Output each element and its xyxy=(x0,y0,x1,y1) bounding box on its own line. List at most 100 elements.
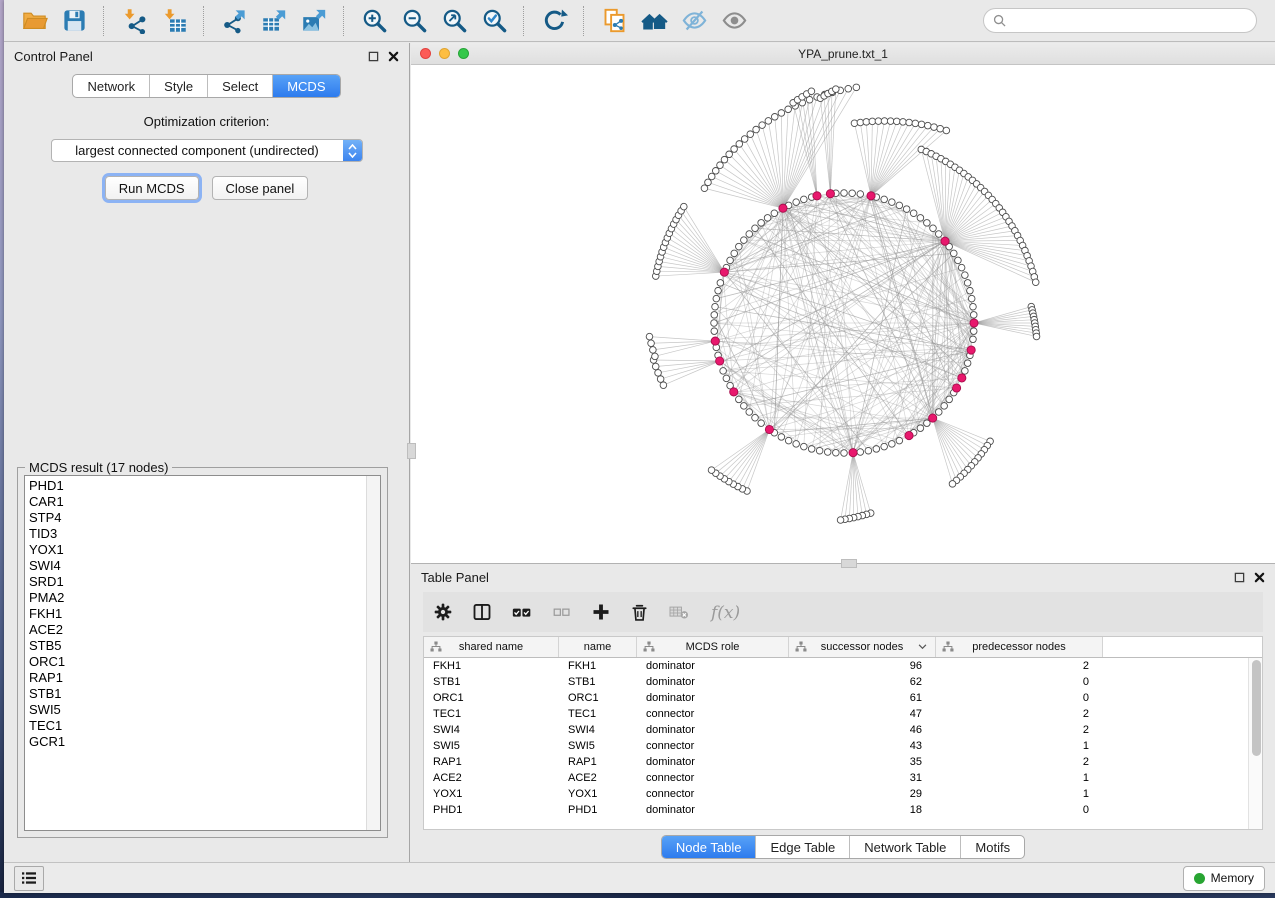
zoom-selected-button[interactable] xyxy=(474,4,514,38)
zoom-out-button[interactable] xyxy=(394,4,434,38)
table-cell[interactable]: connector xyxy=(637,788,789,800)
column-header-shared-name[interactable]: shared name xyxy=(424,637,559,657)
mcds-result-item[interactable]: ACE2 xyxy=(25,622,380,638)
show-columns-button[interactable] xyxy=(472,602,492,622)
table-cell[interactable]: PHD1 xyxy=(559,804,637,816)
table-row[interactable]: YOX1YOX1connector291 xyxy=(424,786,1262,802)
horizontal-splitter-handle[interactable] xyxy=(841,559,857,568)
run-mcds-button[interactable]: Run MCDS xyxy=(105,176,199,200)
table-cell[interactable]: STB1 xyxy=(424,676,559,688)
mcds-result-item[interactable]: RAP1 xyxy=(25,670,380,686)
hide-selected-button[interactable] xyxy=(674,4,714,38)
zoom-fit-button[interactable] xyxy=(434,4,474,38)
tab-network[interactable]: Network xyxy=(73,75,150,97)
table-cell[interactable]: 62 xyxy=(789,676,936,688)
mcds-result-item[interactable]: YOX1 xyxy=(25,542,380,558)
table-row[interactable]: PHD1PHD1dominator180 xyxy=(424,802,1262,818)
close-panel-icon[interactable] xyxy=(1254,572,1265,583)
table-cell[interactable]: 1 xyxy=(936,740,1103,752)
table-cell[interactable]: 47 xyxy=(789,708,936,720)
table-cell[interactable]: 31 xyxy=(789,772,936,784)
mcds-result-item[interactable]: PHD1 xyxy=(25,478,380,494)
table-cell[interactable]: YOX1 xyxy=(424,788,559,800)
mcds-result-item[interactable]: SWI5 xyxy=(25,702,380,718)
column-header-successor-nodes[interactable]: successor nodes xyxy=(789,637,936,657)
table-row[interactable]: TEC1TEC1connector472 xyxy=(424,706,1262,722)
network-window-titlebar[interactable]: YPA_prune.txt_1 xyxy=(411,43,1275,65)
table-cell[interactable]: 0 xyxy=(936,692,1103,704)
tab-style[interactable]: Style xyxy=(150,75,208,97)
table-cell[interactable]: connector xyxy=(637,708,789,720)
export-table-button[interactable] xyxy=(254,4,294,38)
table-cell[interactable]: 2 xyxy=(936,660,1103,672)
close-panel-icon[interactable] xyxy=(388,51,399,62)
window-minimize-icon[interactable] xyxy=(439,48,450,59)
column-header-predecessor-nodes[interactable]: predecessor nodes xyxy=(936,637,1103,657)
mcds-list-scrollbar[interactable] xyxy=(366,476,380,830)
mcds-result-list[interactable]: PHD1CAR1STP4TID3YOX1SWI4SRD1PMA2FKH1ACE2… xyxy=(24,475,381,831)
table-cell[interactable]: 61 xyxy=(789,692,936,704)
tab-node-table[interactable]: Node Table xyxy=(662,836,757,858)
table-cell[interactable]: STB1 xyxy=(559,676,637,688)
table-row[interactable]: STB1STB1dominator620 xyxy=(424,674,1262,690)
search-input[interactable] xyxy=(1011,13,1247,29)
table-cell[interactable]: dominator xyxy=(637,804,789,816)
table-cell[interactable]: 43 xyxy=(789,740,936,752)
table-cell[interactable]: ORC1 xyxy=(559,692,637,704)
mcds-result-item[interactable]: SWI4 xyxy=(25,558,380,574)
table-cell[interactable]: 1 xyxy=(936,788,1103,800)
table-cell[interactable]: SWI4 xyxy=(559,724,637,736)
table-cell[interactable]: ACE2 xyxy=(424,772,559,784)
table-cell[interactable]: FKH1 xyxy=(424,660,559,672)
column-header-name[interactable]: name xyxy=(559,637,637,657)
tab-select[interactable]: Select xyxy=(208,75,273,97)
table-cell[interactable]: SWI5 xyxy=(559,740,637,752)
export-image-button[interactable] xyxy=(294,4,334,38)
mcds-result-item[interactable]: PMA2 xyxy=(25,590,380,606)
table-cell[interactable]: dominator xyxy=(637,676,789,688)
mcds-result-item[interactable]: FKH1 xyxy=(25,606,380,622)
mcds-result-item[interactable]: CAR1 xyxy=(25,494,380,510)
tab-edge-table[interactable]: Edge Table xyxy=(756,836,850,858)
table-cell[interactable]: dominator xyxy=(637,756,789,768)
mcds-result-item[interactable]: STB5 xyxy=(25,638,380,654)
table-cell[interactable]: 2 xyxy=(936,708,1103,720)
table-cell[interactable]: TEC1 xyxy=(424,708,559,720)
refresh-button[interactable] xyxy=(534,4,574,38)
mcds-result-item[interactable]: STB1 xyxy=(25,686,380,702)
table-row[interactable]: RAP1RAP1dominator352 xyxy=(424,754,1262,770)
table-cell[interactable]: connector xyxy=(637,740,789,752)
table-cell[interactable]: FKH1 xyxy=(559,660,637,672)
table-scrollbar[interactable] xyxy=(1248,658,1262,829)
table-cell[interactable]: 29 xyxy=(789,788,936,800)
table-cell[interactable]: SWI5 xyxy=(424,740,559,752)
table-cell[interactable]: dominator xyxy=(637,692,789,704)
table-cell[interactable]: 18 xyxy=(789,804,936,816)
mcds-result-item[interactable]: TID3 xyxy=(25,526,380,542)
search-field[interactable] xyxy=(983,8,1257,33)
table-cell[interactable]: ORC1 xyxy=(424,692,559,704)
table-cell[interactable]: 2 xyxy=(936,724,1103,736)
clone-network-button[interactable] xyxy=(594,4,634,38)
delete-column-button[interactable] xyxy=(630,602,649,622)
column-header-mcds-role[interactable]: MCDS role xyxy=(637,637,789,657)
table-cell[interactable]: PHD1 xyxy=(424,804,559,816)
mcds-result-item[interactable]: STP4 xyxy=(25,510,380,526)
save-session-button[interactable] xyxy=(54,4,94,38)
table-settings-button[interactable] xyxy=(433,602,453,622)
tab-network-table[interactable]: Network Table xyxy=(850,836,961,858)
window-close-icon[interactable] xyxy=(420,48,431,59)
import-table-button[interactable] xyxy=(154,4,194,38)
mcds-result-item[interactable]: ORC1 xyxy=(25,654,380,670)
export-network-button[interactable] xyxy=(214,4,254,38)
table-cell[interactable]: YOX1 xyxy=(559,788,637,800)
import-network-button[interactable] xyxy=(114,4,154,38)
zoom-in-button[interactable] xyxy=(354,4,394,38)
table-cell[interactable]: RAP1 xyxy=(424,756,559,768)
float-panel-icon[interactable] xyxy=(1234,572,1245,583)
network-canvas[interactable] xyxy=(411,65,1275,564)
first-neighbors-button[interactable] xyxy=(634,4,674,38)
table-row[interactable]: ACE2ACE2connector311 xyxy=(424,770,1262,786)
table-cell[interactable]: connector xyxy=(637,772,789,784)
mcds-result-item[interactable]: TEC1 xyxy=(25,718,380,734)
